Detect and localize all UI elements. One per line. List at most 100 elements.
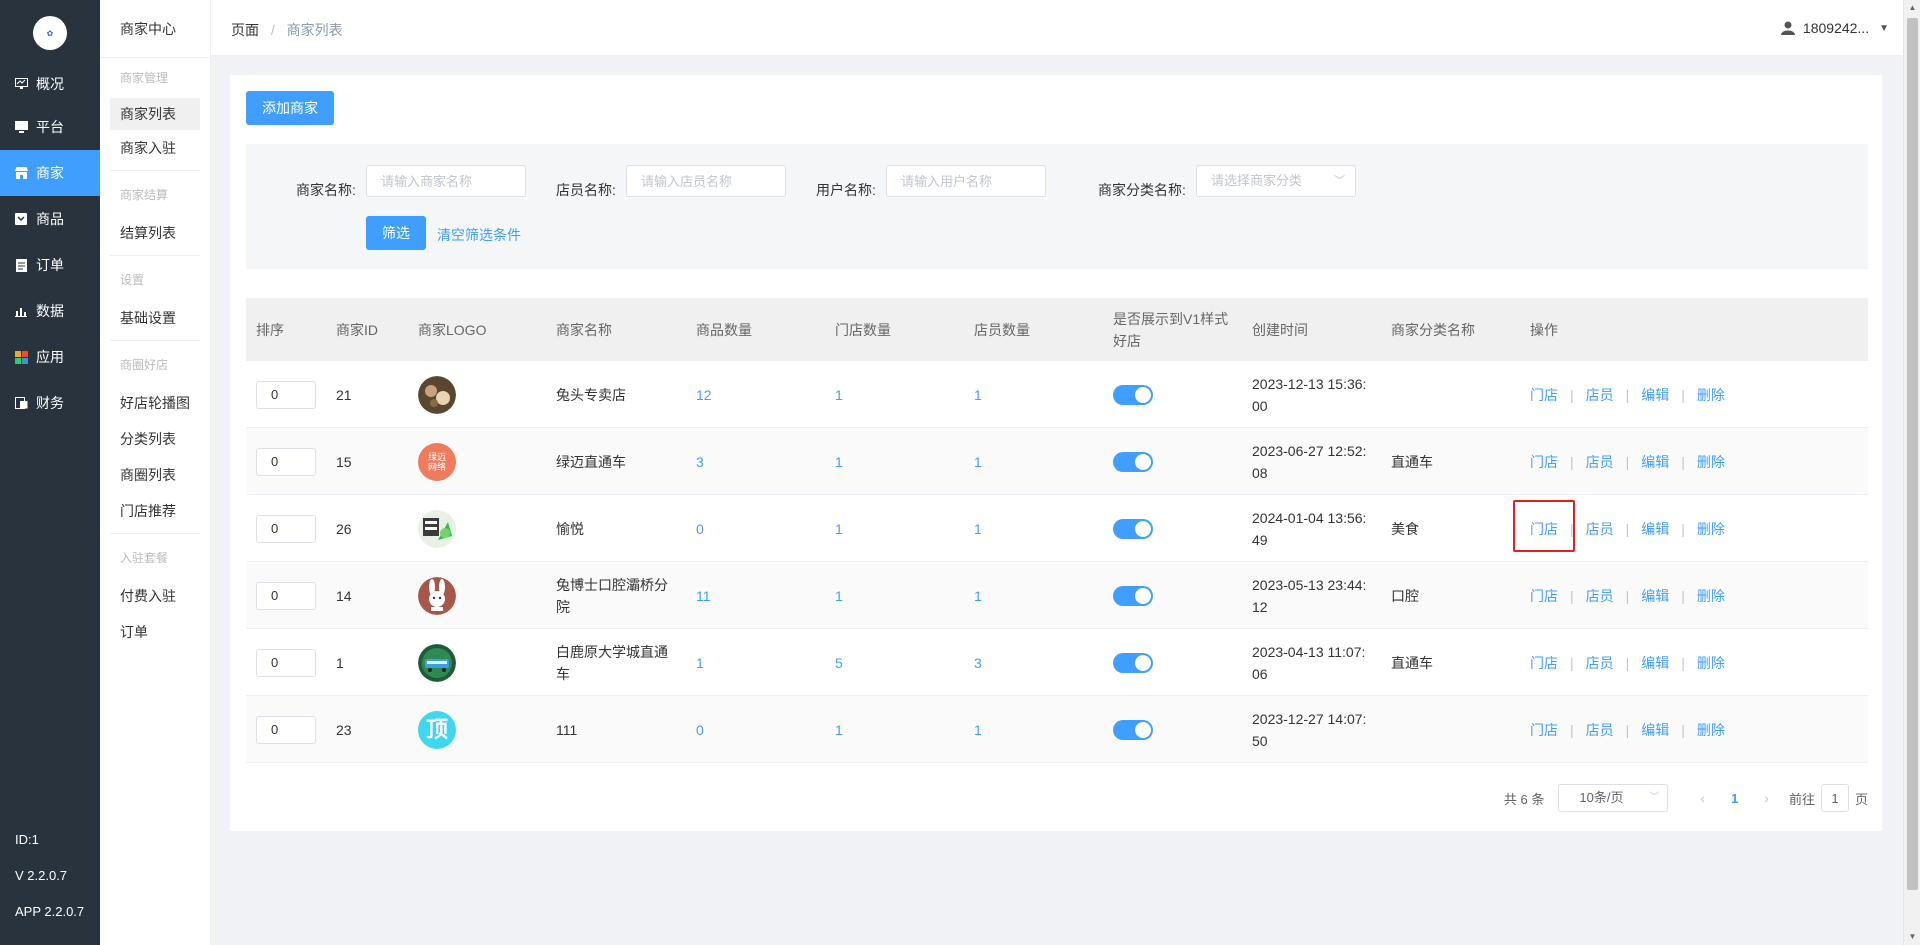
edit-link[interactable]: 编辑 [1641, 518, 1669, 540]
sort-input[interactable] [256, 648, 316, 677]
finance-icon [14, 396, 28, 410]
edit-link[interactable]: 编辑 [1641, 585, 1669, 607]
delete-link[interactable]: 删除 [1697, 652, 1725, 674]
store-count-link[interactable]: 1 [835, 696, 843, 763]
edit-link[interactable]: 编辑 [1641, 451, 1669, 473]
page-number[interactable]: 1 [1731, 791, 1738, 806]
filter-button[interactable]: 筛选 [366, 216, 426, 250]
show-v1-toggle[interactable] [1113, 585, 1153, 606]
edit-link[interactable]: 编辑 [1641, 384, 1669, 406]
goto-page-input[interactable] [1820, 784, 1849, 812]
user-menu[interactable]: 1809242... ▼ [1780, 20, 1889, 36]
clerk-count-link[interactable]: 1 [974, 562, 982, 629]
page-size-value: 10条/页 [1579, 790, 1624, 805]
edit-link[interactable]: 编辑 [1641, 719, 1669, 741]
show-v1-toggle[interactable] [1113, 384, 1153, 405]
store-count-link[interactable]: 1 [835, 562, 843, 629]
store-count-link[interactable]: 1 [835, 428, 843, 495]
delete-link[interactable]: 删除 [1697, 451, 1725, 473]
show-v1-toggle[interactable] [1113, 719, 1153, 740]
subnav-item-carousel[interactable]: 好店轮播图 [100, 385, 210, 421]
subnav-item-merchant-list[interactable]: 商家列表 [110, 98, 200, 130]
goods-count-link[interactable]: 0 [696, 495, 704, 562]
delete-link[interactable]: 删除 [1697, 719, 1725, 741]
store-link[interactable]: 门店 [1530, 719, 1558, 741]
page-size-select[interactable]: 10条/页 ﹀ [1558, 784, 1669, 812]
created-time-line2: 00 [1252, 397, 1268, 414]
add-merchant-button[interactable]: 添加商家 [246, 91, 334, 125]
sort-input[interactable] [256, 514, 316, 543]
breadcrumb-root[interactable]: 页面 [231, 22, 259, 38]
store-count-link[interactable]: 1 [835, 495, 843, 562]
goods-count-link[interactable]: 1 [696, 629, 704, 696]
nav-item-apps[interactable]: 应用 [0, 334, 100, 380]
delete-link[interactable]: 删除 [1697, 518, 1725, 540]
prev-page-icon[interactable]: ‹ [1700, 790, 1705, 806]
category-select[interactable]: 请选择商家分类 ﹀ [1196, 165, 1356, 197]
logo-text: 绿迈网络 [427, 451, 446, 472]
nav-item-platform[interactable]: 平台 [0, 104, 100, 150]
chevron-down-icon: ﹀ [1334, 175, 1345, 187]
scroll-up-icon[interactable]: ▲ [1904, 0, 1920, 16]
subnav-item-category-list[interactable]: 分类列表 [100, 421, 210, 457]
nav-item-data[interactable]: 数据 [0, 288, 100, 334]
store-link[interactable]: 门店 [1530, 451, 1558, 473]
clerk-count-link[interactable]: 1 [974, 696, 982, 763]
clerk-link[interactable]: 店员 [1586, 518, 1614, 540]
nav-item-finance[interactable]: 财务 [0, 380, 100, 426]
nav-item-overview[interactable]: 概况 [0, 61, 100, 107]
goods-count-link[interactable]: 11 [696, 562, 711, 629]
subnav-item-basic-settings[interactable]: 基础设置 [100, 300, 210, 336]
clerk-count-link[interactable]: 1 [974, 428, 982, 495]
merchant-logo: 绿迈网络 [418, 442, 456, 481]
sort-input[interactable] [256, 380, 316, 409]
sort-input[interactable] [256, 581, 316, 610]
subnav-item-paid-join[interactable]: 付费入驻 [100, 578, 210, 614]
vertical-scrollbar[interactable]: ▲ ▼ [1903, 0, 1920, 945]
next-page-icon[interactable]: › [1764, 790, 1769, 806]
clerk-link[interactable]: 店员 [1586, 451, 1614, 473]
store-link[interactable]: 门店 [1530, 652, 1558, 674]
store-count-link[interactable]: 1 [835, 361, 843, 428]
goods-count-link[interactable]: 0 [696, 696, 704, 763]
subnav-item-merchant-join[interactable]: 商家入驻 [100, 130, 210, 166]
show-v1-toggle[interactable] [1113, 451, 1153, 472]
clerk-link[interactable]: 店员 [1586, 719, 1614, 741]
clerk-link[interactable]: 店员 [1586, 585, 1614, 607]
clerk-count-link[interactable]: 3 [974, 629, 982, 696]
nav-item-merchant[interactable]: 商家 [0, 150, 100, 196]
subnav-item-store-recommend[interactable]: 门店推荐 [100, 493, 210, 529]
store-count-link[interactable]: 5 [835, 629, 843, 696]
store-link[interactable]: 门店 [1530, 585, 1558, 607]
sort-input[interactable] [256, 447, 316, 476]
subnav-item-orders[interactable]: 订单 [100, 614, 210, 650]
created-time-line1: 2023-12-27 14:07: [1252, 710, 1367, 727]
sort-input[interactable] [256, 715, 316, 744]
delete-link[interactable]: 删除 [1697, 384, 1725, 406]
nav-item-goods[interactable]: 商品 [0, 196, 100, 242]
user-name-input[interactable] [886, 165, 1046, 197]
divider: | [1625, 587, 1630, 604]
pagination: 共 6 条 10条/页 ﹀ ‹ 1 › 前往 页 [1504, 784, 1868, 812]
subnav-item-settlement-list[interactable]: 结算列表 [100, 215, 210, 251]
clear-filter-link[interactable]: 清空筛选条件 [437, 225, 521, 245]
nav-label: 数据 [36, 303, 64, 319]
scrollbar-thumb[interactable] [1907, 18, 1918, 890]
clerk-link[interactable]: 店员 [1586, 652, 1614, 674]
edit-link[interactable]: 编辑 [1641, 652, 1669, 674]
show-v1-toggle[interactable] [1113, 652, 1153, 673]
clerk-count-link[interactable]: 1 [974, 361, 982, 428]
show-v1-toggle[interactable] [1113, 518, 1153, 539]
delete-link[interactable]: 删除 [1697, 585, 1725, 607]
scroll-down-icon[interactable]: ▼ [1904, 929, 1920, 945]
goods-count-link[interactable]: 12 [696, 361, 712, 428]
clerk-link[interactable]: 店员 [1586, 384, 1614, 406]
clerk-name-input[interactable] [626, 165, 786, 197]
clerk-count-link[interactable]: 1 [974, 495, 982, 562]
account-id: ID:1 [15, 832, 39, 847]
subnav-item-business-district-list[interactable]: 商圈列表 [100, 457, 210, 493]
store-link[interactable]: 门店 [1530, 384, 1558, 406]
nav-item-orders[interactable]: 订单 [0, 242, 100, 288]
goods-count-link[interactable]: 3 [696, 428, 704, 495]
merchant-name-input[interactable] [366, 165, 526, 197]
